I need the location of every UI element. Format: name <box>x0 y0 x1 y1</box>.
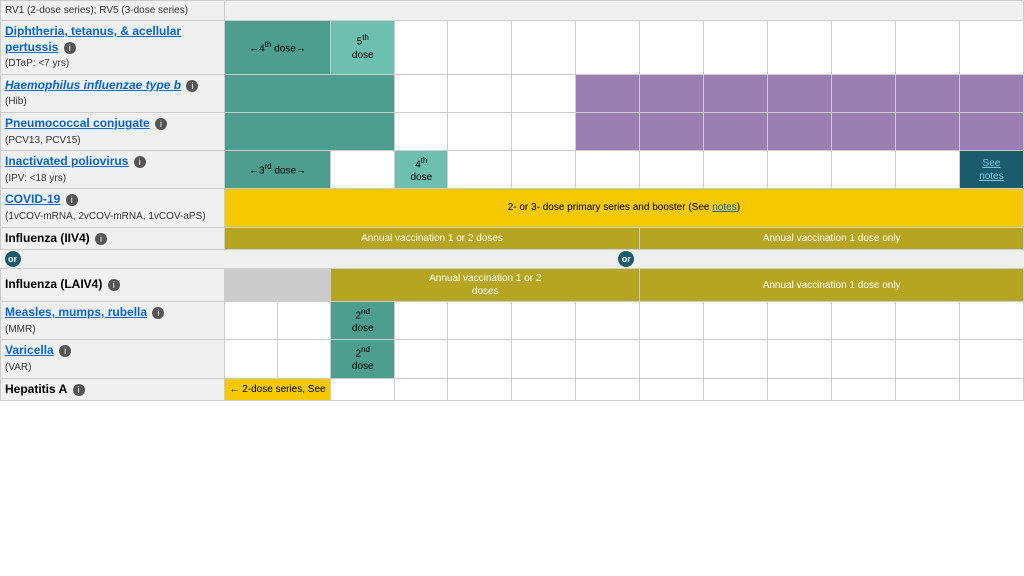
dtap-dose4: ←4th dose→ <box>224 21 331 75</box>
vaccine-cell-hib: Haemophilus influenzae type b i (Hib) <box>1 74 225 112</box>
hib-sub: (Hib) <box>5 96 27 107</box>
covid-doses: 2- or 3- dose primary series and booster… <box>224 189 1023 227</box>
var-sub: (VAR) <box>5 362 31 373</box>
covid-notes-link[interactable]: notes <box>712 202 736 213</box>
var-dose2: 2nddose <box>331 340 395 378</box>
table-row: Varicella i (VAR) 2nddose <box>1 340 1024 378</box>
ipv-sub: (IPV: <18 yrs) <box>5 173 66 184</box>
laiv4-annual2: Annual vaccination 1 dose only <box>640 269 1024 302</box>
hepa-info-icon[interactable]: i <box>73 384 85 396</box>
table-row: Hepatitis A i ← 2-dose series, See <box>1 378 1024 401</box>
table-row: COVID-19 i (1vCOV-mRNA, 2vCOV-mRNA, 1vCO… <box>1 189 1024 227</box>
laiv4-info-icon[interactable]: i <box>108 279 120 291</box>
pcv-dose-early <box>224 112 394 150</box>
table-row: Influenza (IIV4) i Annual vaccination 1 … <box>1 227 1024 250</box>
vaccine-cell-mmr: Measles, mumps, rubella i (MMR) <box>1 302 225 340</box>
covid-link[interactable]: COVID-19 <box>5 192 60 206</box>
dtap-sub: (DTaP: <7 yrs) <box>5 58 69 69</box>
ipv-link[interactable]: Inactivated poliovirus <box>5 154 128 168</box>
vaccination-table: RV1 (2-dose series); RV5 (3-dose series)… <box>0 0 1024 401</box>
dtap-info-icon[interactable]: i <box>64 42 76 54</box>
table-row: Influenza (LAIV4) i Annual vaccination 1… <box>1 269 1024 302</box>
table-row: Measles, mumps, rubella i (MMR) 2nddose <box>1 302 1024 340</box>
laiv4-name: Influenza (LAIV4) <box>5 277 102 291</box>
or-cell: or <box>1 250 225 269</box>
pcv-sub: (PCV13, PCV15) <box>5 135 81 146</box>
rotavirus-sub: RV1 (2-dose series); RV5 (3-dose series) <box>5 5 188 16</box>
table-row: Inactivated poliovirus i (IPV: <18 yrs) … <box>1 151 1024 189</box>
var-info-icon[interactable]: i <box>59 345 71 357</box>
var-link[interactable]: Varicella <box>5 343 54 357</box>
iiv4-name: Influenza (IIV4) <box>5 231 90 245</box>
mmr-info-icon[interactable]: i <box>152 307 164 319</box>
dtap-dose5: 5thdose <box>331 21 395 75</box>
hib-dose-early <box>224 74 394 112</box>
laiv4-annual1: Annual vaccination 1 or 2doses <box>331 269 640 302</box>
pcv-link[interactable]: Pneumococcal conjugate <box>5 116 150 130</box>
ipv-info-icon[interactable]: i <box>134 156 146 168</box>
pcv-info-icon[interactable]: i <box>155 118 167 130</box>
vaccine-cell-hepa: Hepatitis A i <box>1 378 225 401</box>
table-row: Haemophilus influenzae type b i (Hib) <box>1 74 1024 112</box>
vaccine-cell-pcv: Pneumococcal conjugate i (PCV13, PCV15) <box>1 112 225 150</box>
ipv-see-notes[interactable]: Seenotes <box>959 151 1023 189</box>
vaccine-cell-laiv4: Influenza (LAIV4) i <box>1 269 225 302</box>
or-row: or or <box>1 250 1024 269</box>
ipv-dose4: 4thdose <box>395 151 448 189</box>
iiv4-info-icon[interactable]: i <box>95 233 107 245</box>
hib-info-icon[interactable]: i <box>186 80 198 92</box>
hepa-dose-series: ← 2-dose series, See <box>224 378 331 401</box>
vaccine-cell-var: Varicella i (VAR) <box>1 340 225 378</box>
hepa-name: Hepatitis A <box>5 382 67 396</box>
vaccine-cell-rotavirus: RV1 (2-dose series); RV5 (3-dose series) <box>1 1 225 21</box>
or-badge: or <box>5 251 21 267</box>
iiv4-annual1: Annual vaccination 1 or 2 doses <box>224 227 639 250</box>
table-row: RV1 (2-dose series); RV5 (3-dose series) <box>1 1 1024 21</box>
vaccine-cell-dtap: Diphtheria, tetanus, & acellular pertuss… <box>1 21 225 75</box>
hib-link[interactable]: Haemophilus influenzae type b <box>5 78 181 92</box>
vaccine-cell-ipv: Inactivated poliovirus i (IPV: <18 yrs) <box>1 151 225 189</box>
covid-info-icon[interactable]: i <box>66 194 78 206</box>
iiv4-annual2: Annual vaccination 1 dose only <box>640 227 1024 250</box>
mmr-sub: (MMR) <box>5 324 36 335</box>
vaccine-cell-iiv4: Influenza (IIV4) i <box>1 227 225 250</box>
mmr-dose2: 2nddose <box>331 302 395 340</box>
vaccine-cell-covid: COVID-19 i (1vCOV-mRNA, 2vCOV-mRNA, 1vCO… <box>1 189 225 227</box>
table-row: Pneumococcal conjugate i (PCV13, PCV15) <box>1 112 1024 150</box>
mmr-link[interactable]: Measles, mumps, rubella <box>5 305 147 319</box>
or-badge-2: or <box>618 251 634 267</box>
ipv-dose3: ←3rd dose→ <box>224 151 331 189</box>
dtap-link[interactable]: Diphtheria, tetanus, & acellular pertuss… <box>5 24 181 54</box>
covid-sub: (1vCOV-mRNA, 2vCOV-mRNA, 1vCOV-aPS) <box>5 211 206 222</box>
table-row: Diphtheria, tetanus, & acellular pertuss… <box>1 21 1024 75</box>
